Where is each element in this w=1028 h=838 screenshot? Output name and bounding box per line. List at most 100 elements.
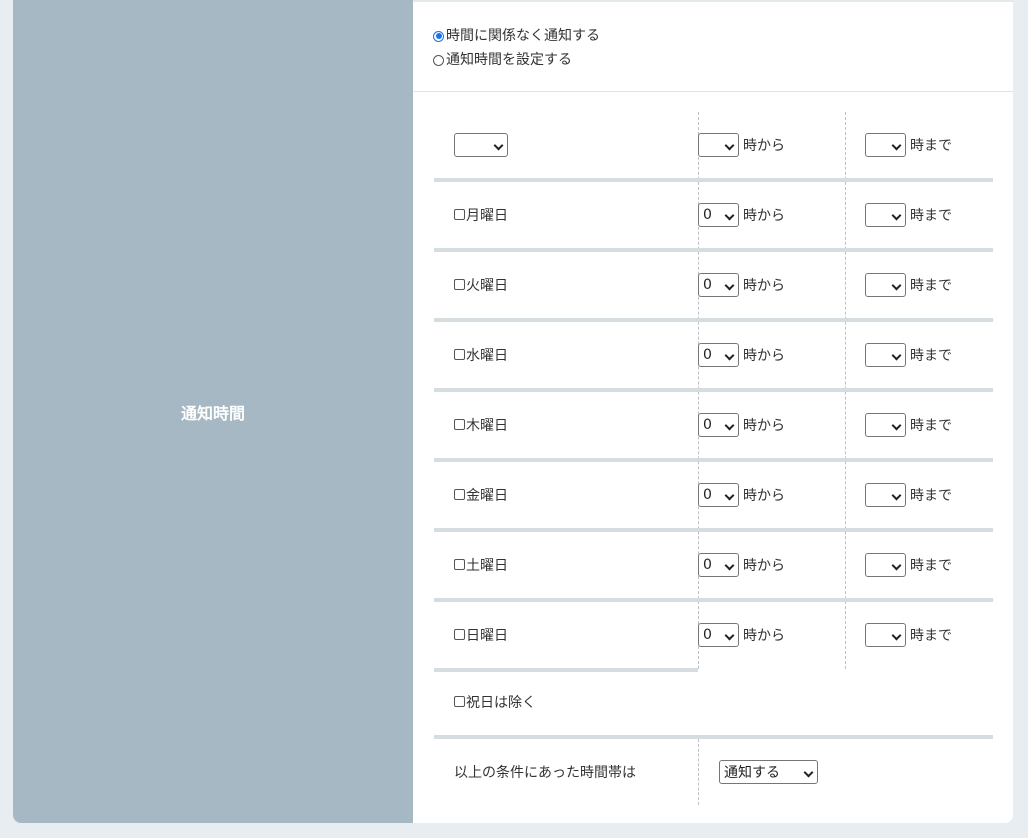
from-suffix: 時から <box>743 278 785 294</box>
day-label: 木曜日 <box>466 418 508 434</box>
condition-select[interactable]: 通知する <box>719 760 818 784</box>
day-select-cell <box>454 112 512 178</box>
to-suffix: 時まで <box>910 348 952 364</box>
chevron-down-icon <box>891 140 902 151</box>
time-row-sunday: 日曜日 0 時から 時まで <box>434 602 993 672</box>
from-suffix: 時から <box>743 208 785 224</box>
from-cell: 0 時から <box>698 602 785 668</box>
from-hour-select[interactable]: 0 <box>698 273 739 297</box>
to-cell: 時まで <box>865 392 952 458</box>
time-row-header: 時から 時まで <box>434 112 993 182</box>
day-select[interactable] <box>454 133 508 157</box>
chevron-down-icon <box>891 560 902 571</box>
holiday-option[interactable]: 祝日は除く <box>454 690 536 714</box>
day-label: 金曜日 <box>466 488 508 504</box>
from-hour-select[interactable]: 0 <box>698 483 739 507</box>
chevron-down-icon <box>724 630 735 641</box>
to-hour-select[interactable] <box>865 623 906 647</box>
settings-card: 通知時間 時間に関係なく通知する 通知時間を設定する 時から 時まで 月曜日 0… <box>13 0 1013 823</box>
day-cell: 火曜日 <box>454 252 508 318</box>
to-suffix: 時まで <box>910 138 952 154</box>
chevron-down-icon <box>724 560 735 571</box>
to-cell: 時まで <box>865 112 952 178</box>
from-hour-select[interactable]: 0 <box>698 413 739 437</box>
chevron-down-icon <box>724 140 735 151</box>
day-label: 日曜日 <box>466 628 508 644</box>
divider <box>413 91 1013 92</box>
chevron-down-icon <box>493 140 504 151</box>
to-cell: 時まで <box>865 532 952 598</box>
to-hour-select[interactable] <box>865 273 906 297</box>
from-hour-select[interactable]: 0 <box>698 553 739 577</box>
day-checkbox[interactable] <box>454 208 465 220</box>
row-border <box>434 735 993 739</box>
day-checkbox[interactable] <box>454 488 465 500</box>
to-cell: 時まで <box>865 602 952 668</box>
time-row-saturday: 土曜日 0 時から 時まで <box>434 532 993 602</box>
from-cell: 0 時から <box>698 532 785 598</box>
to-cell: 時まで <box>865 252 952 318</box>
day-checkbox[interactable] <box>454 348 465 360</box>
column-divider <box>698 739 699 805</box>
from-suffix: 時から <box>743 418 785 434</box>
from-hour-select[interactable]: 0 <box>698 343 739 367</box>
from-hour-select[interactable]: 0 <box>698 623 739 647</box>
day-label: 火曜日 <box>466 278 508 294</box>
from-hour-select[interactable] <box>698 133 739 157</box>
to-suffix: 時まで <box>910 488 952 504</box>
day-cell: 金曜日 <box>454 462 508 528</box>
from-cell: 0 時から <box>698 252 785 318</box>
from-suffix: 時から <box>743 558 785 574</box>
to-suffix: 時まで <box>910 628 952 644</box>
day-cell: 日曜日 <box>454 602 508 668</box>
day-label: 水曜日 <box>466 348 508 364</box>
chevron-down-icon <box>891 420 902 431</box>
holiday-checkbox[interactable] <box>454 695 465 707</box>
to-hour-select[interactable] <box>865 553 906 577</box>
day-cell: 月曜日 <box>454 182 508 248</box>
day-label: 月曜日 <box>466 208 508 224</box>
to-hour-select[interactable] <box>865 483 906 507</box>
to-cell: 時まで <box>865 182 952 248</box>
to-hour-select[interactable] <box>865 343 906 367</box>
day-label: 土曜日 <box>466 558 508 574</box>
to-suffix: 時まで <box>910 278 952 294</box>
from-hour-select[interactable]: 0 <box>698 203 739 227</box>
chevron-down-icon <box>891 280 902 291</box>
from-cell: 時から <box>698 112 785 178</box>
from-suffix: 時から <box>743 348 785 364</box>
radio-option-always[interactable]: 時間に関係なく通知する <box>433 24 600 48</box>
to-hour-select[interactable] <box>865 203 906 227</box>
section-content: 時間に関係なく通知する 通知時間を設定する 時から 時まで 月曜日 0 時から … <box>413 0 1013 823</box>
notify-mode-group: 時間に関係なく通知する 通知時間を設定する <box>433 24 600 72</box>
to-suffix: 時まで <box>910 558 952 574</box>
to-cell: 時まで <box>865 322 952 388</box>
from-cell: 0 時から <box>698 322 785 388</box>
day-cell: 木曜日 <box>454 392 508 458</box>
day-checkbox[interactable] <box>454 418 465 430</box>
chevron-down-icon <box>803 767 814 778</box>
radio-option-set-time[interactable]: 通知時間を設定する <box>433 48 600 72</box>
day-checkbox[interactable] <box>454 628 465 640</box>
time-row-wednesday: 水曜日 0 時から 時まで <box>434 322 993 392</box>
to-suffix: 時まで <box>910 418 952 434</box>
radio-always[interactable] <box>433 30 444 42</box>
section-label: 通知時間 <box>180 403 245 423</box>
chevron-down-icon <box>891 630 902 641</box>
day-checkbox[interactable] <box>454 278 465 290</box>
chevron-down-icon <box>724 490 735 501</box>
time-row-monday: 月曜日 0 時から 時まで <box>434 182 993 252</box>
chevron-down-icon <box>724 420 735 431</box>
radio-set-time[interactable] <box>433 54 444 66</box>
radio-set-time-label: 通知時間を設定する <box>446 52 572 68</box>
from-cell: 0 時から <box>698 462 785 528</box>
day-checkbox[interactable] <box>454 558 465 570</box>
chevron-down-icon <box>724 350 735 361</box>
to-hour-select[interactable] <box>865 133 906 157</box>
chevron-down-icon <box>724 280 735 291</box>
to-hour-select[interactable] <box>865 413 906 437</box>
from-suffix: 時から <box>743 488 785 504</box>
from-cell: 0 時から <box>698 392 785 458</box>
section-label-column: 通知時間 <box>13 0 413 823</box>
to-cell: 時まで <box>865 462 952 528</box>
